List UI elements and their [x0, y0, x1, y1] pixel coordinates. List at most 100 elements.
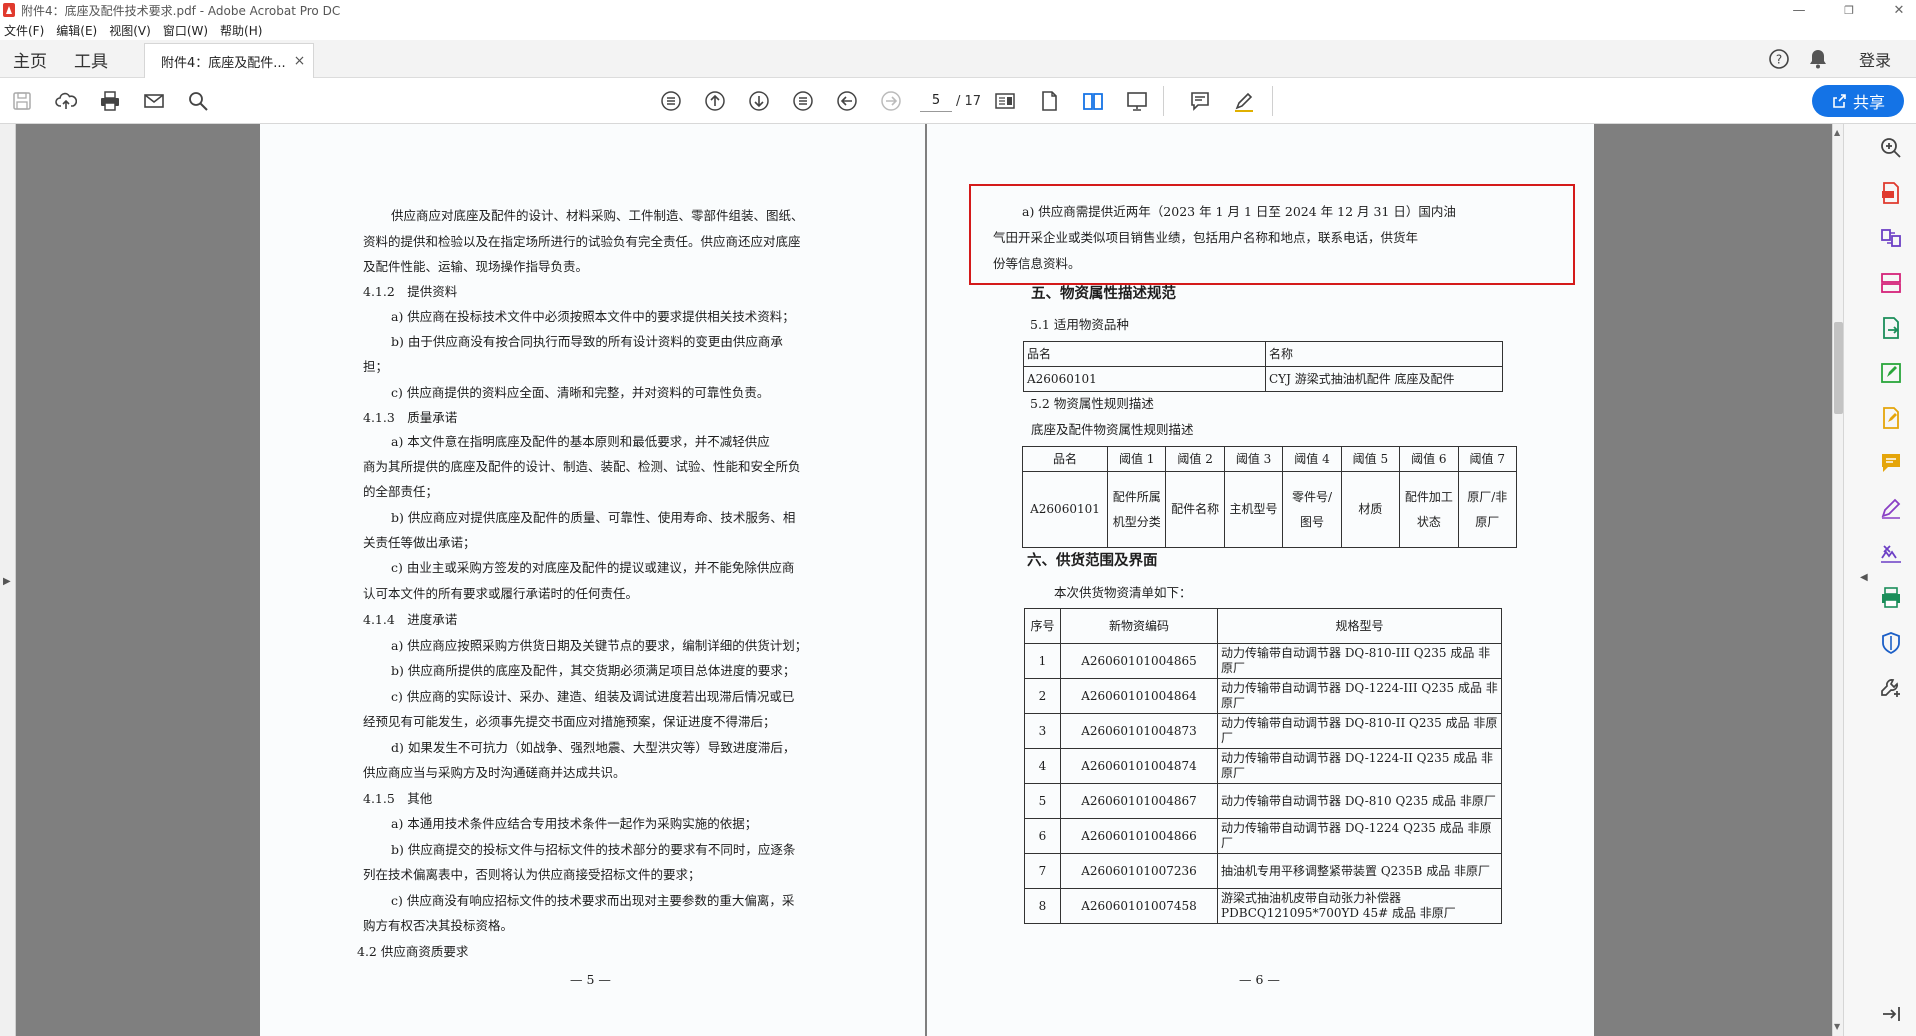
table-row: 6 A26060101004866 动力传输带自动调节器 DQ-1224 Q23…: [1024, 818, 1502, 854]
acrobat-logo-icon: [3, 3, 15, 17]
comment-tool-icon[interactable]: [1879, 451, 1903, 475]
table-cell: A26060101: [1023, 366, 1266, 392]
page-total: / 17: [956, 93, 982, 109]
table-row: 8 A26060101007458 游梁式抽油机皮带自动张力补偿器 PDBCQ1…: [1024, 888, 1502, 924]
section-heading: 4.1.2 提供资料: [363, 284, 458, 299]
table-header-cell: 名称: [1265, 341, 1503, 367]
edit-pdf-icon[interactable]: [1879, 361, 1903, 385]
paragraph-line: b) 供应商所提供的底座及配件，其交货期必须满足项目总体进度的要求；: [391, 663, 796, 678]
send-for-signature-icon[interactable]: [1879, 541, 1903, 565]
table-header-cell: 新物资编码: [1060, 608, 1218, 644]
menu-edit[interactable]: 编辑(E): [56, 22, 97, 39]
menu-help[interactable]: 帮助(H): [220, 22, 262, 39]
forward-view-icon[interactable]: [879, 89, 903, 113]
table-cell: 动力传输带自动调节器 DQ-810 Q235 成品 非原厂: [1217, 783, 1502, 819]
table-header-cell: 阈值 7: [1457, 446, 1518, 472]
close-window-icon[interactable]: ✕: [1884, 0, 1914, 20]
table-header-cell: 序号: [1024, 608, 1061, 644]
section-heading: 4.1.4 进度承诺: [363, 612, 458, 627]
tab-document[interactable]: 附件4：底座及配件... ×: [144, 43, 314, 78]
collapse-right-panel-icon[interactable]: ◀: [1860, 572, 1868, 583]
last-page-icon[interactable]: [791, 89, 815, 113]
scroll-mode-icon[interactable]: [993, 89, 1017, 113]
expand-left-panel-icon[interactable]: ▶: [3, 576, 11, 587]
menu-view[interactable]: 视图(V): [109, 22, 151, 39]
table-row: 1 A26060101004865 动力传输带自动调节器 DQ-810-III …: [1024, 643, 1502, 679]
pdf-page-5: 供应商应对底座及配件的设计、材料采购、工件制造、零部件组装、图纸、 资料的提供和…: [260, 124, 925, 1036]
zoom-icon[interactable]: [1879, 136, 1903, 160]
comment-icon[interactable]: [1188, 89, 1212, 113]
draw-pen-icon[interactable]: [1232, 89, 1256, 113]
table-cell: A26060101007236: [1060, 853, 1218, 889]
paragraph-line: 经预见有可能发生，必须事先提交书面应对措施预案，保证进度不得滞后；: [363, 714, 776, 729]
menu-bar: 文件(F) 编辑(E) 视图(V) 窗口(W) 帮助(H): [0, 20, 1916, 40]
supply-list-table: 序号 新物资编码 规格型号 1 A26060101004865 动力传输带自动调…: [1024, 608, 1502, 924]
previous-page-icon[interactable]: [703, 89, 727, 113]
section-6-title: 六、供货范围及界面: [1027, 552, 1158, 569]
highlight-line: 份等信息资料。: [993, 256, 1081, 271]
title-bar: 附件4：底座及配件技术要求.pdf - Adobe Acrobat Pro DC…: [0, 0, 1916, 20]
more-tools-icon[interactable]: [1879, 676, 1903, 700]
organize-pages-icon[interactable]: [1879, 271, 1903, 295]
paragraph-line: a) 本文件意在指明底座及配件的基本原则和最低要求，并不减轻供应: [391, 434, 770, 449]
pdf-page-6: a) 供应商需提供近两年（2023 年 1 月 1 日至 2024 年 12 月…: [927, 124, 1594, 1036]
combine-files-icon[interactable]: [1879, 226, 1903, 250]
vertical-scrollbar[interactable]: ▲ ▼: [1832, 124, 1843, 1036]
collapse-tools-pane-icon[interactable]: [1879, 1002, 1903, 1026]
scrollbar-thumb[interactable]: [1834, 322, 1843, 414]
first-page-icon[interactable]: [659, 89, 683, 113]
table-cell: A26060101004873: [1060, 713, 1218, 749]
table-row: 4 A26060101004874 动力传输带自动调节器 DQ-1224-II …: [1024, 748, 1502, 784]
table-cell: 4: [1024, 748, 1061, 784]
back-view-icon[interactable]: [835, 89, 859, 113]
restore-icon[interactable]: ❐: [1834, 0, 1864, 20]
page-number-input[interactable]: 5: [920, 90, 952, 112]
table-row: 5 A26060101004867 动力传输带自动调节器 DQ-810 Q235…: [1024, 783, 1502, 819]
menu-window[interactable]: 窗口(W): [163, 22, 208, 39]
table-cell: A26060101004866: [1060, 818, 1218, 854]
fill-and-sign-pen-icon[interactable]: [1879, 496, 1903, 520]
left-panel-toggle[interactable]: ▶: [0, 124, 16, 1036]
document-workspace[interactable]: ▶ 供应商应对底座及配件的设计、材料采购、工件制造、零部件组装、图纸、 资料的提…: [0, 124, 1843, 1036]
table-cell: 动力传输带自动调节器 DQ-810-III Q235 成品 非原厂: [1217, 643, 1502, 679]
tab-home[interactable]: 主页: [13, 40, 47, 78]
scroll-down-icon[interactable]: ▼: [1834, 1022, 1840, 1031]
next-page-icon[interactable]: [747, 89, 771, 113]
cloud-upload-icon[interactable]: [54, 89, 78, 113]
help-icon[interactable]: ?: [1768, 40, 1790, 78]
table-header-cell: 阈值 1: [1106, 446, 1167, 472]
minimize-icon[interactable]: —: [1784, 0, 1814, 20]
login-link[interactable]: 登录: [1859, 40, 1891, 78]
table-header-cell: 阈值 2: [1165, 446, 1225, 472]
print-production-icon[interactable]: [1879, 586, 1903, 610]
table-cell: 抽油机专用平移调整紧带装置 Q235B 成品 非原厂: [1217, 853, 1502, 889]
protect-shield-icon[interactable]: [1879, 631, 1903, 655]
share-button[interactable]: 共享: [1812, 85, 1904, 117]
single-page-icon[interactable]: [1037, 89, 1061, 113]
notification-bell-icon[interactable]: [1808, 40, 1828, 78]
email-icon[interactable]: [142, 89, 166, 113]
table-cell: 6: [1024, 818, 1061, 854]
scroll-up-icon[interactable]: ▲: [1834, 128, 1840, 137]
two-page-view-icon[interactable]: [1081, 89, 1105, 113]
print-icon[interactable]: [98, 89, 122, 113]
paragraph-line: d) 如果发生不可抗力（如战争、强烈地震、大型洪灾等）导致进度滞后，: [391, 740, 796, 755]
table-header-cell: 规格型号: [1217, 608, 1502, 644]
save-icon[interactable]: [10, 89, 34, 113]
paragraph-line: a) 本通用技术条件应结合专用技术条件一起作为采购实施的依据；: [391, 816, 758, 831]
close-tab-icon[interactable]: ×: [294, 53, 306, 69]
export-pdf-icon[interactable]: [1879, 316, 1903, 340]
paragraph-line: c) 供应商没有响应招标文件的技术要求而出现对主要参数的重大偏离，采: [391, 893, 795, 908]
paragraph-line: a) 供应商应按照采购方供货日期及关键节点的要求，编制详细的供货计划；: [391, 638, 808, 653]
material-variety-table: 品名 名称 A26060101 CYJ 游梁式抽油机配件 底座及配件: [1023, 341, 1503, 392]
fill-sign-icon[interactable]: [1879, 406, 1903, 430]
create-pdf-icon[interactable]: [1879, 181, 1903, 205]
presentation-icon[interactable]: [1125, 89, 1149, 113]
table-cell: 原厂/非原厂: [1457, 471, 1518, 548]
attribute-rule-table: 品名 阈值 1 阈值 2 阈值 3 阈值 4 阈值 5 阈值 6 阈值 7 A2…: [1022, 446, 1518, 548]
tab-tools[interactable]: 工具: [74, 40, 108, 78]
table-cell: 1: [1024, 643, 1061, 679]
table-cell: 配件名称: [1165, 471, 1225, 548]
search-icon[interactable]: [186, 89, 210, 113]
menu-file[interactable]: 文件(F): [4, 22, 44, 39]
